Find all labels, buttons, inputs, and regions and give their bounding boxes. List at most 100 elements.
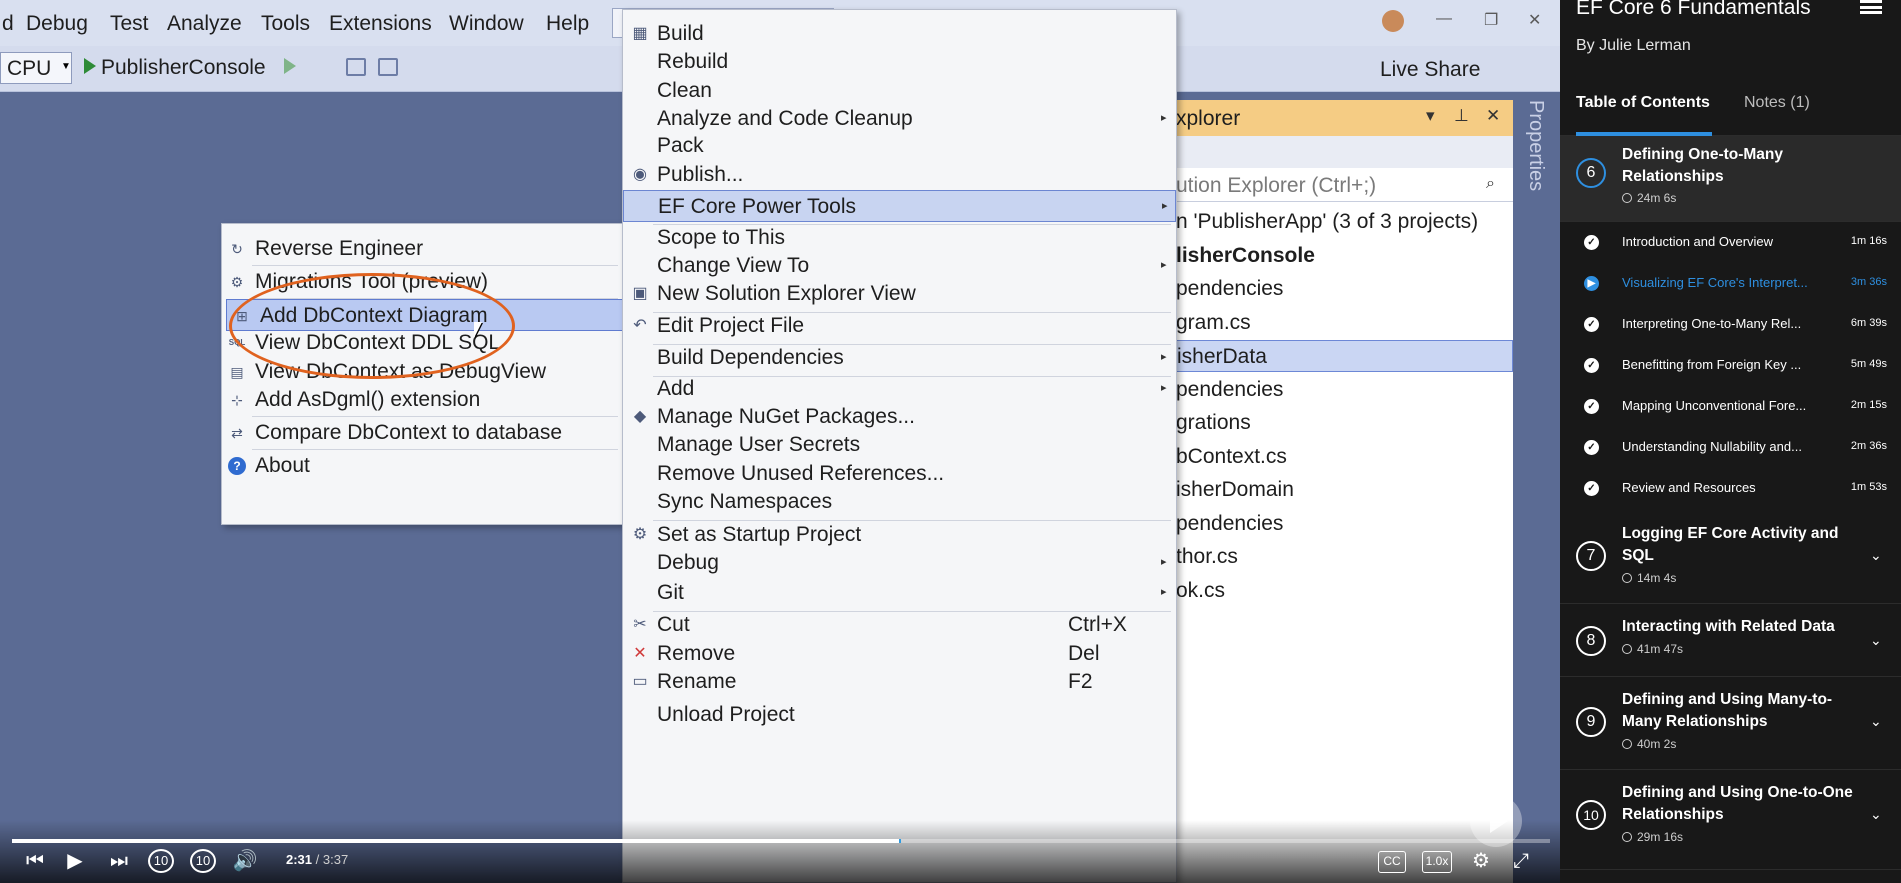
submenu-item[interactable]: ⊹ Add AsDgml() extension: [222, 384, 623, 416]
forward-10-icon[interactable]: 10: [190, 849, 216, 873]
chevron-down-icon: ⌄: [1870, 632, 1882, 648]
clip-title: Review and Resources: [1622, 480, 1756, 495]
solution-tree-item[interactable]: grations: [1168, 407, 1513, 439]
clip-item[interactable]: ✓ Mapping Unconventional Fore... 2m 15s: [1560, 386, 1901, 427]
checkmark-icon: ✓: [1584, 358, 1599, 373]
build-icon: ▦: [632, 25, 648, 42]
submenu-item-label: Compare DbContext to database: [255, 421, 563, 444]
video-player[interactable]: d Debug Test Analyze Tools Extensions Wi…: [0, 0, 1560, 883]
clip-title: Mapping Unconventional Fore...: [1622, 398, 1807, 413]
fullscreen-icon[interactable]: ⤢: [1508, 848, 1534, 874]
restore-icon: ❐: [1484, 12, 1499, 29]
context-menu-item[interactable]: Build Dependencies ▸: [623, 342, 1176, 374]
solution-tree-item[interactable]: bContext.cs: [1168, 441, 1513, 473]
tab-notes[interactable]: Notes (1): [1744, 94, 1810, 112]
submenu-arrow-icon: ▸: [1161, 351, 1167, 363]
solution-tree-item[interactable]: n 'PublisherApp' (3 of 3 projects): [1168, 206, 1513, 238]
context-menu-item-label: Debug: [657, 551, 719, 574]
solution-tree-item[interactable]: isherDomain: [1168, 474, 1513, 506]
context-menu-item[interactable]: Git ▸: [623, 577, 1176, 609]
clip-item[interactable]: ✓ Introduction and Overview 1m 16s: [1560, 222, 1901, 263]
toolbar-icon: [346, 58, 366, 76]
module-item[interactable]: 8 Interacting with Related Data 41m 47s ⌄: [1560, 604, 1901, 677]
close-icon: ✕: [633, 645, 647, 662]
progress-bar[interactable]: [12, 839, 1550, 843]
play-icon[interactable]: ▶: [64, 848, 86, 874]
volume-icon[interactable]: 🔊: [232, 848, 258, 874]
context-menu-item[interactable]: Debug ▸: [623, 547, 1176, 579]
module-duration-text: 14m 4s: [1637, 571, 1677, 585]
clip-item[interactable]: ✓ Understanding Nullability and... 2m 36s: [1560, 427, 1901, 468]
solution-explorer-title: xplorer: [1176, 107, 1241, 130]
context-menu-item[interactable]: ✂ Cut Ctrl+X: [623, 609, 1176, 641]
clip-title: Interpreting One-to-Many Rel...: [1622, 316, 1802, 331]
settings-icon[interactable]: ⚙: [1468, 848, 1494, 874]
previous-clip-icon[interactable]: ⏮: [24, 848, 46, 874]
clip-item[interactable]: ✓ Review and Resources 1m 53s: [1560, 468, 1901, 509]
context-menu-item-label: Rebuild: [657, 50, 729, 73]
hamburger-menu-icon[interactable]: [1860, 0, 1882, 14]
module-duration: 24m 6s: [1622, 191, 1676, 205]
annotation-ellipse: [229, 273, 515, 379]
migrations-icon: ⚙: [230, 274, 244, 290]
clip-item[interactable]: ✓ Benefitting from Foreign Key ... 5m 49s: [1560, 345, 1901, 386]
current-time: 2:31: [286, 852, 313, 867]
run-without-debug-icon: [284, 58, 296, 74]
next-clip-icon[interactable]: ⏭: [108, 848, 130, 874]
module-item[interactable]: 10 Defining and Using One-to-One Relation…: [1560, 770, 1901, 870]
submenu-item[interactable]: ↻ Reverse Engineer: [222, 233, 623, 265]
avatar: [1382, 10, 1404, 32]
context-menu-item[interactable]: ↶ Edit Project File: [623, 310, 1176, 342]
solution-tree-item[interactable]: pendencies: [1168, 273, 1513, 305]
context-menu-item[interactable]: EF Core Power Tools ▸: [623, 190, 1176, 222]
submenu-arrow-icon: ▸: [1161, 112, 1167, 124]
captions-button[interactable]: CC: [1378, 851, 1406, 873]
context-menu-item[interactable]: ◉ Publish...: [623, 159, 1176, 191]
solution-tree-item[interactable]: thor.cs: [1168, 541, 1513, 573]
checkmark-icon: ✓: [1584, 481, 1599, 496]
module-current[interactable]: 6 Defining One-to-Many Relationships 24m…: [1560, 136, 1901, 222]
context-menu-item[interactable]: Unload Project: [623, 699, 1176, 731]
context-menu-item-label: Pack: [657, 134, 704, 157]
context-menu-item[interactable]: ▣ New Solution Explorer View: [623, 278, 1176, 310]
help-icon: ?: [228, 457, 246, 475]
solution-tree-item[interactable]: gram.cs: [1168, 307, 1513, 339]
solution-tree-item[interactable]: pendencies: [1168, 508, 1513, 540]
playback-speed-button[interactable]: 1.0x: [1422, 851, 1452, 873]
context-menu-item-label: EF Core Power Tools: [658, 195, 857, 218]
chevron-down-icon: ⌄: [1870, 547, 1882, 563]
submenu-item[interactable]: ⇄ Compare DbContext to database: [222, 417, 623, 449]
submenu-item[interactable]: ? About: [222, 450, 623, 482]
context-menu-item[interactable]: ▭ Rename F2: [623, 666, 1176, 698]
module-title: Logging EF Core Activity and SQL: [1622, 525, 1839, 564]
module-item[interactable]: 7 Logging EF Core Activity and SQL 14m 4s ⌄: [1560, 511, 1901, 604]
context-menu-item-label: Sync Namespaces: [657, 490, 833, 513]
context-menu-item-label: Remove: [657, 642, 736, 665]
context-menu-item[interactable]: Rebuild: [623, 46, 1176, 78]
clip-item[interactable]: ✓ Interpreting One-to-Many Rel... 6m 39s: [1560, 304, 1901, 345]
module-item[interactable]: 9 Defining and Using Many-to-Many Relatio…: [1560, 677, 1901, 770]
clip-duration: 3m 36s: [1850, 276, 1887, 288]
solution-tree-item[interactable]: lisherConsole: [1168, 240, 1513, 272]
platform-dropdown: CPU ▼: [0, 52, 72, 84]
rewind-10-icon[interactable]: 10: [148, 849, 174, 873]
context-menu-item[interactable]: Manage User Secrets: [623, 429, 1176, 461]
module-duration-text: 29m 16s: [1637, 830, 1684, 844]
context-menu-item-label: Rename: [657, 670, 737, 693]
menu-item: Window: [449, 12, 524, 35]
clip-item[interactable]: ▶ Visualizing EF Core's Interpret... 3m 36…: [1560, 263, 1901, 304]
checkmark-icon: ✓: [1584, 399, 1599, 414]
context-menu-item[interactable]: Sync Namespaces: [623, 486, 1176, 518]
tab-table-of-contents[interactable]: Table of Contents: [1576, 94, 1710, 112]
solution-tree-item[interactable]: isherData: [1168, 340, 1513, 372]
context-menu-item-label: Manage User Secrets: [657, 433, 861, 456]
context-menu-item[interactable]: Pack: [623, 130, 1176, 162]
context-menu-shortcut: Ctrl+X: [1068, 613, 1127, 636]
solution-explorer-toolbar: [1168, 136, 1513, 168]
context-menu-item-label: Git: [657, 581, 684, 604]
submenu-arrow-icon: ▸: [1161, 556, 1167, 568]
solution-tree-item[interactable]: ok.cs: [1168, 575, 1513, 607]
context-menu-item-label: Add: [657, 377, 695, 400]
solution-tree-item[interactable]: pendencies: [1168, 374, 1513, 406]
module-duration: 29m 16s: [1622, 830, 1683, 844]
